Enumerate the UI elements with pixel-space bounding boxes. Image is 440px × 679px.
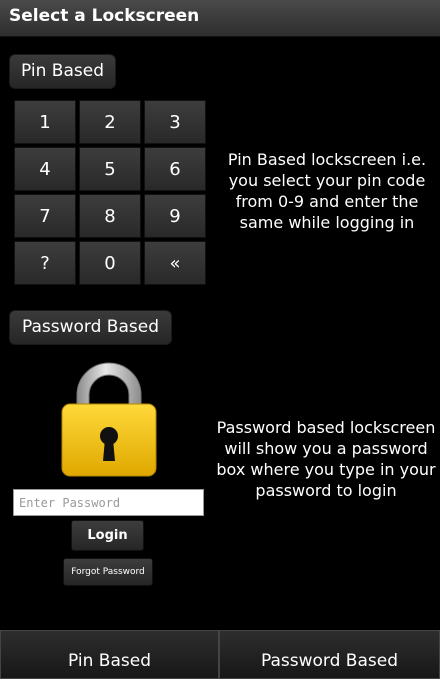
key-5[interactable]: 5 [79,147,141,191]
key-9[interactable]: 9 [144,194,206,238]
password-description: Password based lockscreen will show you … [216,418,436,500]
tab-password-based[interactable]: Password Based [219,630,440,679]
key-3[interactable]: 3 [144,100,206,144]
key-question[interactable]: ? [14,241,76,285]
page-title: Select a Lockscreen [9,6,200,26]
key-0[interactable]: 0 [79,241,141,285]
key-4[interactable]: 4 [14,147,76,191]
pin-based-button[interactable]: Pin Based [9,54,116,89]
forgot-password-button[interactable]: Forgot Password [63,558,153,586]
key-6[interactable]: 6 [144,147,206,191]
key-1[interactable]: 1 [14,100,76,144]
key-backspace[interactable]: « [144,241,206,285]
pin-description: Pin Based lockscreen i.e. you select you… [227,150,427,232]
tab-pin-based[interactable]: Pin Based [0,630,219,679]
key-7[interactable]: 7 [14,194,76,238]
password-input[interactable] [13,489,204,516]
padlock-icon [59,357,159,477]
bottom-tab-bar: Pin Based Password Based [0,630,440,679]
title-bar: Select a Lockscreen [0,0,440,37]
pin-keypad: 1 2 3 4 5 6 7 8 9 ? 0 « [14,100,206,286]
login-button[interactable]: Login [71,520,144,551]
key-2[interactable]: 2 [79,100,141,144]
password-based-button[interactable]: Password Based [9,310,172,345]
key-8[interactable]: 8 [79,194,141,238]
